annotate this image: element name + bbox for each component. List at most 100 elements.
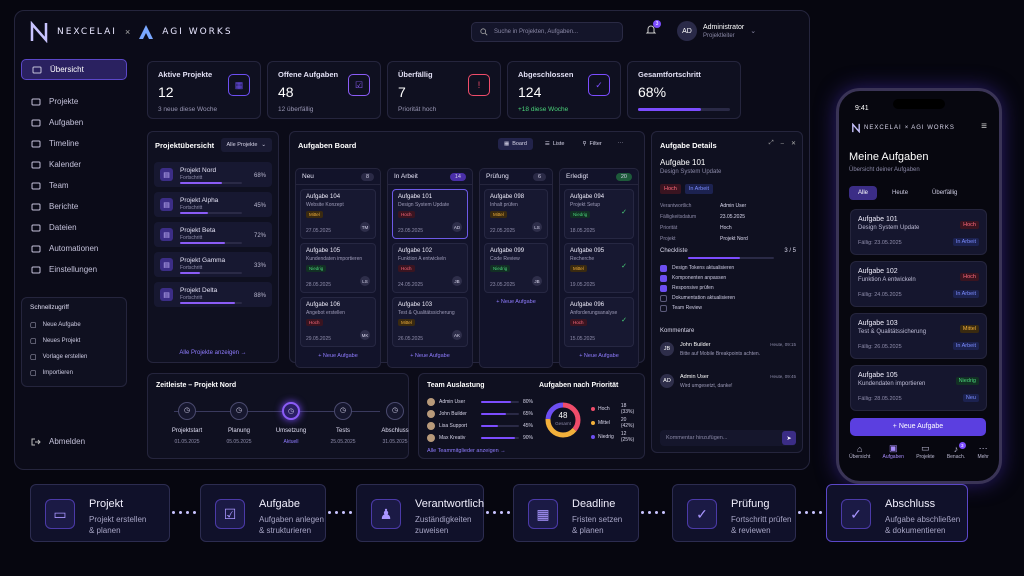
add-task-link[interactable]: + Neue Aufgabe: [560, 353, 638, 359]
board-view-button[interactable]: ▦ Board: [498, 138, 533, 150]
quick-item-icon: ▢: [30, 370, 37, 377]
checkbox[interactable]: [660, 294, 667, 302]
notification-button[interactable]: 3: [645, 20, 661, 38]
sidebar-item-9[interactable]: Einstellungen: [21, 259, 127, 280]
status-tag: In Arbeit: [684, 184, 714, 194]
timeline-node[interactable]: ◷: [230, 402, 248, 420]
phone-task-card[interactable]: Aufgabe 101 Design System Update Fällig: 2…: [850, 209, 987, 255]
logout-button[interactable]: Abmelden: [21, 431, 127, 452]
new-task-button[interactable]: + Neue Aufgabe: [850, 418, 986, 436]
checklist-item[interactable]: Responsive prüfen: [660, 283, 796, 293]
quick-item-1[interactable]: ▢ Neues Projekt: [26, 333, 122, 349]
task-card[interactable]: Aufgabe 099 Code Review Niedrig 23.05.2025 J…: [484, 243, 548, 293]
phone-task-card[interactable]: Aufgabe 102 Funktion A entwickeln Fällig: …: [850, 261, 987, 307]
project-item[interactable]: ▤ Projekt Gamma Fortschritt 33%: [154, 252, 272, 277]
list-icon: ☰: [544, 141, 550, 147]
search-input[interactable]: Suche in Projekten, Aufgaben...: [471, 22, 623, 42]
quick-item-0[interactable]: ▢ Neue Aufgabe: [26, 317, 122, 333]
checklist-item[interactable]: Dokumentation aktualisieren: [660, 293, 796, 303]
detail-value: Admin User: [720, 202, 747, 209]
phone-task-card[interactable]: Aufgabe 105 Kundendaten importieren Fällig…: [850, 365, 987, 411]
checklist-item[interactable]: Team Review: [660, 303, 796, 313]
checklist-label: Team Review: [672, 305, 703, 311]
timeline-node[interactable]: ◷: [282, 402, 300, 420]
checkbox[interactable]: [660, 284, 667, 292]
task-card[interactable]: Aufgabe 102 Funktion A entwickeln Hoch 24.0…: [392, 243, 468, 293]
member-name: Admin User: [439, 399, 466, 405]
quick-item-label: Importieren: [42, 370, 73, 376]
expand-icon[interactable]: ⤢: [769, 140, 774, 147]
show-all-team-link[interactable]: Alle Teammitglieder anzeigen →: [427, 448, 506, 454]
phone-nav-4[interactable]: ⋯ Mehr: [977, 443, 988, 460]
sidebar-item-5[interactable]: Team: [21, 175, 127, 196]
task-card[interactable]: Aufgabe 094 Projekt Setup Niedrig 18.05.202…: [564, 189, 634, 239]
more-icon[interactable]: ⋯: [614, 138, 628, 150]
task-card[interactable]: Aufgabe 101 Design System Update Hoch 23.05…: [392, 189, 468, 239]
sidebar-item-6[interactable]: Berichte: [21, 196, 127, 217]
phone-nav-1[interactable]: ▣ Aufgaben: [883, 443, 904, 460]
show-all-projects-link[interactable]: Alle Projekte anzeigen →: [148, 350, 278, 356]
project-item[interactable]: ▤ Projekt Nord Fortschritt 68%: [154, 162, 272, 187]
checkbox[interactable]: [660, 264, 667, 272]
avatar: [427, 422, 435, 430]
column-name: In Arbeit: [394, 173, 418, 180]
sidebar-item-4[interactable]: Kalender: [21, 154, 127, 175]
list-view-button[interactable]: ☰ Liste: [539, 138, 571, 150]
phone-nav-label: Übersicht: [849, 453, 871, 460]
task-card[interactable]: Aufgabe 104 Website Konzept Mittel 27.05.20…: [300, 189, 376, 239]
checklist-item[interactable]: Design Tokens aktualisieren: [660, 263, 796, 273]
flow-title: Prüfung: [731, 498, 770, 510]
project-item[interactable]: ▤ Projekt Alpha Fortschritt 45%: [154, 192, 272, 217]
checklist-item[interactable]: Komponenten anpassen: [660, 273, 796, 283]
detail-row: Projekt Projekt Nord: [660, 233, 796, 244]
phone-nav-0[interactable]: ⌂ Übersicht: [849, 444, 870, 460]
add-task-link[interactable]: + Neue Aufgabe: [388, 353, 472, 359]
quick-access: Schnellzugriff ▢ Neue Aufgabe ▢ Neues Proje…: [21, 297, 127, 387]
project-item[interactable]: ▤ Projekt Delta Fortschritt 88%: [154, 282, 272, 307]
sidebar-item-3[interactable]: Timeline: [21, 133, 127, 154]
checkbox[interactable]: [660, 274, 667, 282]
task-card[interactable]: Aufgabe 096 Anforderungsanalyse Hoch 15.05.…: [564, 297, 634, 347]
flow-sub-line2: & strukturieren: [259, 526, 312, 535]
timeline-node[interactable]: ◷: [334, 402, 352, 420]
timeline-node[interactable]: ◷: [178, 402, 196, 420]
comment-input[interactable]: Kommentar hinzufügen... ➤: [660, 430, 796, 446]
phone-nav-3[interactable]: ♪ Benach. 3: [947, 441, 966, 460]
quick-item-3[interactable]: ▢ Importieren: [26, 365, 122, 381]
project-filter-select[interactable]: Alle Projekte ⌄: [220, 138, 272, 152]
phone-nav-2[interactable]: ▭ Projekte: [916, 443, 934, 460]
phone-nav-badge: 3: [958, 441, 966, 449]
phone-tab[interactable]: Alle: [849, 186, 878, 200]
timeline-node[interactable]: ◷: [386, 402, 404, 420]
checkbox[interactable]: [660, 304, 667, 312]
add-task-link[interactable]: + Neue Aufgabe: [296, 353, 380, 359]
sidebar-item-7[interactable]: Dateien: [21, 217, 127, 238]
task-card[interactable]: Aufgabe 098 Inhalt prüfen Mittel 22.05.2025…: [484, 189, 548, 239]
task-title: Aufgabe 103: [398, 302, 433, 308]
sidebar-item-0[interactable]: Übersicht: [21, 59, 127, 80]
filter-button[interactable]: ⚲ Filter: [576, 138, 607, 150]
flow-sub: Fortschritt prüfen & reviewen: [731, 514, 791, 536]
task-card[interactable]: Aufgabe 106 Angebot erstellen Hoch 29.05.20…: [300, 297, 376, 347]
task-title: Aufgabe 104: [306, 194, 341, 200]
task-card[interactable]: Aufgabe 095 Recherche Mittel 19.05.2025 ✓: [564, 243, 634, 293]
sidebar-item-1[interactable]: Projekte: [21, 91, 127, 112]
project-item[interactable]: ▤ Projekt Beta Fortschritt 72%: [154, 222, 272, 247]
hamburger-menu-icon[interactable]: ≡: [981, 121, 987, 132]
task-card[interactable]: Aufgabe 105 Kundendaten importieren Niedri…: [300, 243, 376, 293]
column-name: Erledigt: [566, 173, 589, 180]
phone-tab[interactable]: Heute: [883, 186, 917, 200]
phone-task-card[interactable]: Aufgabe 103 Test & Qualitätssicherung Fäll…: [850, 313, 987, 359]
quick-item-2[interactable]: ▢ Vorlage erstellen: [26, 349, 122, 365]
minimize-icon[interactable]: –: [781, 141, 784, 147]
sidebar-item-2[interactable]: Aufgaben: [21, 112, 127, 133]
add-task-link[interactable]: + Neue Aufgabe: [480, 299, 552, 305]
sidebar-item-8[interactable]: Automationen: [21, 238, 127, 259]
close-icon[interactable]: ✕: [791, 140, 796, 147]
phone-tab[interactable]: Überfällig: [923, 186, 966, 200]
task-card[interactable]: Aufgabe 103 Test & Qualitätssicherung Mitt…: [392, 297, 468, 347]
user-menu[interactable]: AD Administrator Projektleiter ⌄: [677, 21, 756, 41]
send-icon[interactable]: ➤: [782, 431, 796, 445]
task-title: Aufgabe 103: [858, 320, 898, 327]
flow-title: Abschluss: [885, 498, 936, 510]
